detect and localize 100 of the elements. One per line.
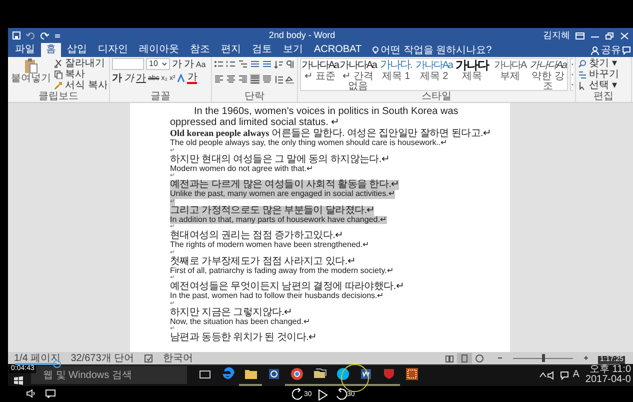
editing-item[interactable]: 찾기 ▾ xyxy=(578,58,619,69)
align-left-icon[interactable] xyxy=(214,74,224,84)
share-button[interactable]: 공유 xyxy=(591,44,621,56)
document-text: The old people always say, the only thing women should care is housework..↵ xyxy=(170,139,448,148)
bold-button[interactable]: 가 xyxy=(112,73,122,84)
speaker-icon[interactable] xyxy=(546,370,556,380)
ribbon-tab[interactable]: 보기 xyxy=(278,43,308,57)
show-marks-icon[interactable] xyxy=(286,60,295,69)
windows-logo-icon[interactable] xyxy=(14,376,23,385)
redo-icon[interactable] xyxy=(40,31,49,40)
restore-icon[interactable] xyxy=(605,32,615,40)
paste-label: 붙여넣기 xyxy=(11,74,51,84)
read-view-icon xyxy=(445,354,454,362)
group-label: 글꼴 xyxy=(150,92,172,102)
italic-button[interactable]: 가 xyxy=(124,73,134,84)
web-view-icon xyxy=(475,354,484,362)
clipboard-item[interactable]: 복사 xyxy=(54,69,107,80)
user-name: 김지혜 xyxy=(543,28,570,42)
align-right-icon[interactable] xyxy=(238,74,248,84)
undo-icon[interactable] xyxy=(26,31,35,40)
volume-icon[interactable] xyxy=(26,389,36,398)
ribbon-tab[interactable]: 검토 xyxy=(247,43,277,57)
proofing-icon[interactable] xyxy=(144,354,154,362)
editing-item[interactable]: 선택 ▾ xyxy=(578,80,619,91)
grow-font-button[interactable]: 가 xyxy=(172,58,182,70)
ribbon-tab[interactable]: ACROBAT xyxy=(309,43,367,57)
font-color-button[interactable]: 가 xyxy=(187,73,198,84)
font-size-field[interactable]: 10 xyxy=(146,58,170,70)
change-case-button[interactable]: Aa xyxy=(196,58,206,70)
page-count[interactable]: 1/4 페이지 xyxy=(14,350,61,366)
document-text: Now, the situation has been changed.↵ xyxy=(170,318,310,326)
increase-indent-icon[interactable] xyxy=(262,60,271,69)
ribbon-tab[interactable]: 참조 xyxy=(185,43,215,57)
ribbon-tab[interactable]: 레이아웃 xyxy=(134,43,184,57)
style-item[interactable]: 가나다Aa 약한 강조 xyxy=(529,59,567,90)
zoom-in-icon[interactable] xyxy=(583,354,589,362)
paste-button[interactable]: 붙여넣기 xyxy=(10,58,52,92)
line-spacing-icon[interactable] xyxy=(274,74,283,84)
folder-icon xyxy=(312,367,326,381)
style-item[interactable]: 가나다Aa ↵ 간격 없음 xyxy=(339,59,377,90)
circular-arrow-icon xyxy=(335,388,347,400)
copy-icon xyxy=(54,70,63,79)
text-effect-icon[interactable] xyxy=(177,74,186,83)
print-view-button[interactable] xyxy=(457,352,472,364)
print-view-icon xyxy=(460,354,469,362)
document-text: 하지만 현대의 여성들은 그 말에 동의 하지않는다.↵ xyxy=(170,154,390,164)
doc-icon xyxy=(358,367,372,381)
style-item[interactable]: 가나다A 부제 xyxy=(491,59,529,90)
ribbon-tab[interactable]: 편지 xyxy=(216,43,246,57)
document-text: In the past, women had to follow their husbands decisions.↵ xyxy=(170,292,384,300)
save-icon[interactable] xyxy=(12,31,21,40)
lightbulb-icon xyxy=(372,46,379,54)
font-name-field[interactable] xyxy=(112,58,144,70)
multilevel-list-icon[interactable] xyxy=(238,60,247,69)
shading-icon[interactable] xyxy=(285,74,294,84)
align-distributed-icon[interactable] xyxy=(262,74,272,84)
decrease-indent-icon[interactable] xyxy=(250,60,259,69)
style-item[interactable]: 가나다Aa ↵ 표준 xyxy=(301,59,339,90)
document-text: 예전여성들은 무엇이든지 남편의 결정에 따라야했다.↵ xyxy=(170,282,404,292)
ribbon-tab[interactable]: 홈 xyxy=(41,43,61,57)
ribbon-tab[interactable]: 삽입 xyxy=(62,43,92,57)
play-icon[interactable] xyxy=(318,389,328,401)
document-text: First of all, patriarchy is fading away from the modern society.↵ xyxy=(170,266,394,275)
ribbon-tab[interactable]: 디자인 xyxy=(93,43,133,57)
sort-icon[interactable] xyxy=(274,60,283,69)
clock-date[interactable]: 2017-04-0 xyxy=(585,375,631,385)
clipboard-item[interactable]: 잘라내기 xyxy=(54,58,107,69)
shrink-font-button[interactable]: 가 xyxy=(184,58,194,70)
close-icon[interactable] xyxy=(620,32,629,40)
align-justify-icon[interactable] xyxy=(250,74,260,84)
ribbon-tab[interactable]: 파일 xyxy=(10,43,40,57)
document-text: 하지만 지금은 그렇지않다.↵ xyxy=(170,308,292,318)
editing-item[interactable]: 바꾸기 xyxy=(578,69,619,80)
chevron-up-icon[interactable] xyxy=(538,371,547,379)
ribbon-display-icon[interactable] xyxy=(575,32,585,40)
scissors-icon xyxy=(54,59,63,68)
style-item[interactable]: 가나다Aa 제목 2 xyxy=(415,59,453,90)
language-label[interactable]: 한국어 xyxy=(163,350,194,366)
align-center-icon[interactable] xyxy=(226,74,236,84)
shield-icon xyxy=(382,367,396,381)
select-icon xyxy=(578,81,587,90)
numbering-icon[interactable] xyxy=(226,60,235,69)
bullets-icon[interactable] xyxy=(214,60,223,69)
clock-time[interactable]: 오후 11:0 xyxy=(585,365,631,375)
brush-icon xyxy=(54,81,63,90)
comment-icon[interactable] xyxy=(622,46,631,54)
browser-e-icon xyxy=(220,367,234,381)
document-text: The rights of modern women have been strengthened.↵ xyxy=(170,241,370,250)
input-method-indicator[interactable]: A xyxy=(572,370,580,380)
style-item[interactable]: 가나다 제목 xyxy=(453,59,491,90)
message-icon[interactable] xyxy=(560,370,569,380)
style-item[interactable]: 가나다. 제목 1 xyxy=(377,59,415,90)
word-count[interactable]: 32/673개 단어 xyxy=(70,350,134,366)
zoom-slider-thumb[interactable] xyxy=(542,354,544,362)
captions-icon[interactable] xyxy=(45,389,56,398)
document-text: 예전과는 다르게 많은 여성들이 사회적 활동을 한다.↵ xyxy=(170,180,399,190)
ball-icon xyxy=(290,367,304,381)
document-text: Modern women do not agree with that.↵ xyxy=(170,164,314,173)
underline-button[interactable]: 가 xyxy=(136,73,146,84)
share-label: 공유 xyxy=(601,44,621,56)
